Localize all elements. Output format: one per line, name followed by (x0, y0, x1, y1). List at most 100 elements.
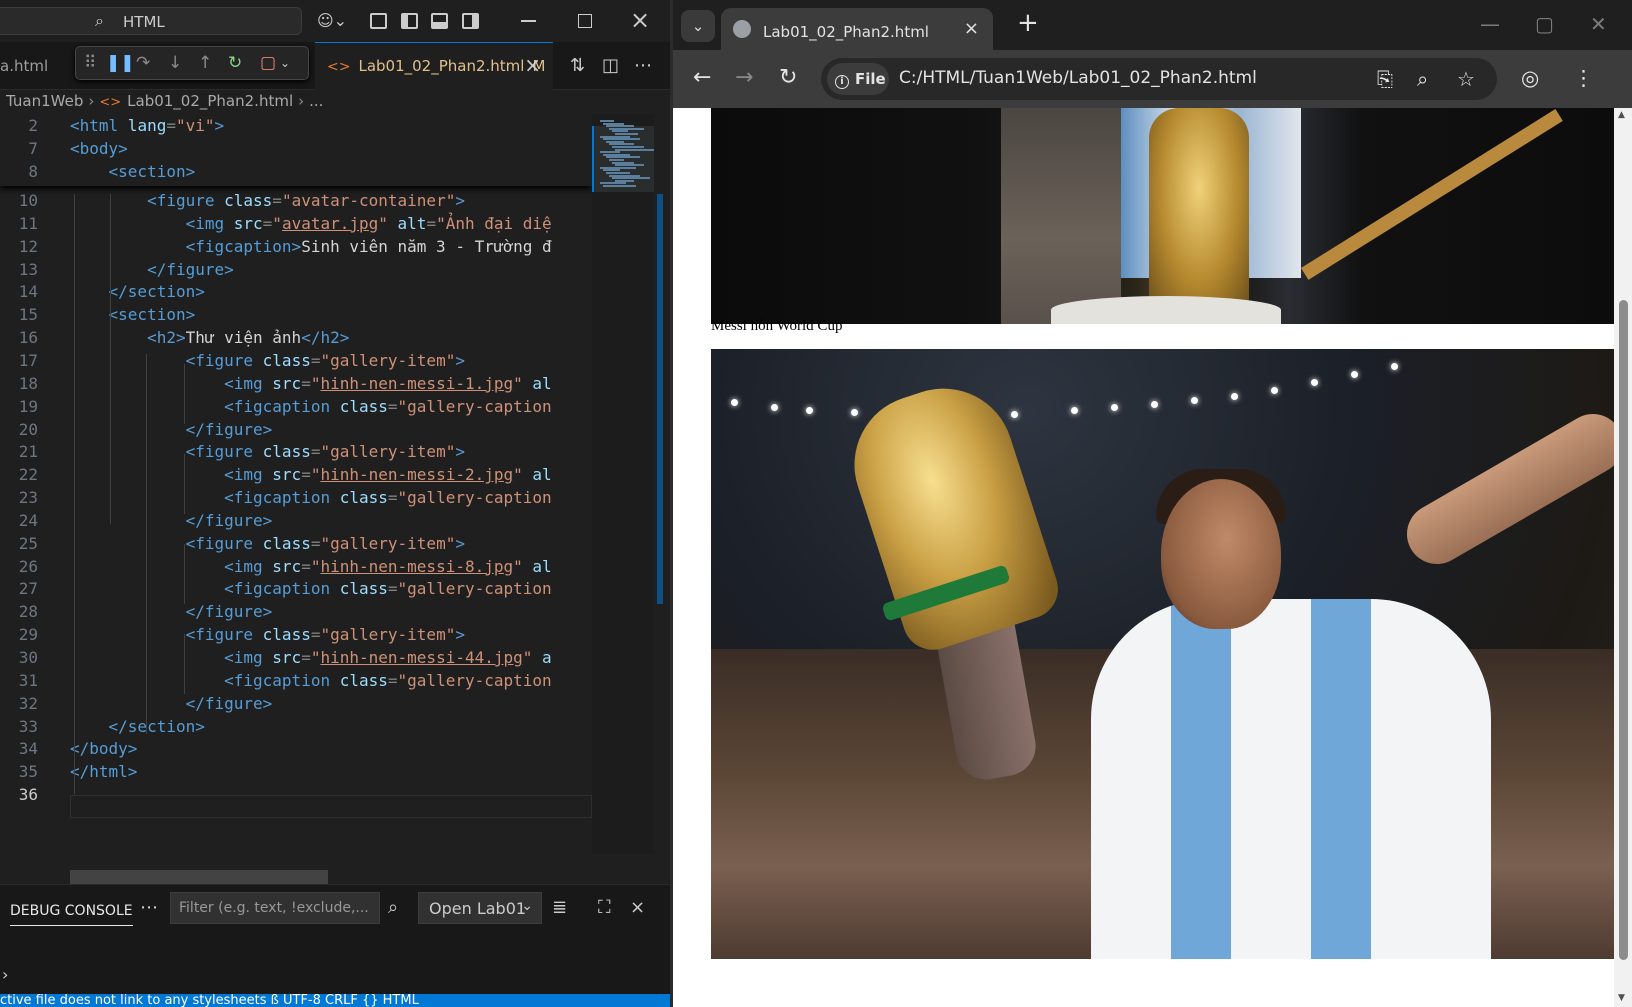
page-viewport[interactable]: Messi hôn World Cup ▲ ▼ (673, 108, 1632, 1007)
menu-icon[interactable]: ⋮ (1573, 66, 1594, 90)
code-line[interactable]: 8 <section> (0, 160, 592, 184)
new-tab-button[interactable]: + (1017, 8, 1039, 38)
photo-face (1161, 479, 1281, 629)
code-line[interactable]: 30 <img src="hinh-nen-messi-44.jpg" a (0, 646, 592, 670)
translate-icon[interactable]: ⎘ (1377, 67, 1393, 91)
close-window-button[interactable]: ✕ (1590, 12, 1607, 36)
code-line[interactable]: 22 <img src="hinh-nen-messi-2.jpg" al (0, 463, 592, 487)
minimap[interactable] (592, 114, 654, 854)
breadcrumb-folder[interactable]: Tuan1Web (6, 92, 83, 110)
toggle-secondary-sidebar-icon[interactable] (462, 13, 479, 29)
code-line[interactable]: 27 <figcaption class="gallery-caption (0, 577, 592, 601)
code-line[interactable]: 18 <img src="hinh-nen-messi-1.jpg" al (0, 372, 592, 396)
close-tab-icon[interactable]: × (524, 53, 541, 77)
zoom-icon[interactable]: ⌕ (1417, 67, 1428, 91)
code-editor[interactable]: 10 <figure class="avatar-container"> 11 <… (0, 114, 592, 836)
code-line[interactable]: 35 </html> (0, 760, 592, 784)
code-line[interactable]: 36 (0, 783, 592, 807)
copilot-icon[interactable]: ☺⌄ (312, 10, 352, 32)
maximize-panel-icon[interactable]: ⛶ (598, 897, 611, 918)
more-icon[interactable]: ⋯ (140, 897, 158, 918)
compare-changes-icon[interactable]: ⇅ (570, 55, 585, 76)
code-line[interactable]: 14 </section> (0, 280, 592, 304)
sticky-scroll[interactable]: 2 <html lang="vi"> 7 <body> 8 <section> (0, 114, 592, 186)
code-line[interactable]: 33 </section> (0, 715, 592, 739)
toggle-panel-icon[interactable] (431, 13, 448, 29)
toggle-primary-sidebar-icon[interactable] (401, 13, 418, 29)
breadcrumb-symbol[interactable]: ... (309, 92, 323, 110)
page-scrollbar[interactable]: ▲ ▼ (1614, 108, 1632, 1007)
close-window-button[interactable]: × (630, 6, 650, 34)
code-line[interactable]: 17 <figure class="gallery-item"> (0, 349, 592, 373)
code-line[interactable]: 25 <figure class="gallery-item"> (0, 532, 592, 556)
maximize-button[interactable]: ▢ (1535, 12, 1554, 36)
reload-button[interactable]: ↻ (779, 65, 797, 90)
close-panel-icon[interactable]: × (630, 897, 645, 918)
forward-button[interactable]: → (735, 65, 753, 90)
console-prompt-icon[interactable]: › (2, 965, 8, 984)
code-line[interactable]: 28 </figure> (0, 600, 592, 624)
close-tab-icon[interactable]: × (964, 18, 979, 39)
vertical-scrollbar[interactable] (654, 114, 670, 854)
code-line[interactable]: 32 </figure> (0, 692, 592, 716)
page-scrollbar-thumb[interactable] (1619, 300, 1628, 960)
site-info-chip[interactable]: i File (827, 63, 889, 95)
restart-icon[interactable]: ↻ (228, 54, 242, 72)
code-line[interactable]: 16 <h2>Thư viện ảnh</h2> (0, 326, 592, 350)
customize-layout-icon[interactable] (370, 13, 387, 29)
code-line[interactable]: 19 <figcaption class="gallery-caption (0, 395, 592, 419)
code-line[interactable]: 31 <figcaption class="gallery-caption (0, 669, 592, 693)
more-actions-icon[interactable]: ⋯ (634, 55, 652, 76)
profile-icon[interactable]: ◎ (1521, 66, 1539, 90)
code-line[interactable]: 23 <figcaption class="gallery-caption (0, 486, 592, 510)
code-line[interactable]: 34 </body> (0, 737, 592, 761)
split-editor-icon[interactable]: ◫ (602, 55, 619, 76)
stop-icon[interactable]: ▢ (260, 54, 276, 72)
code-line[interactable]: 11 <img src="avatar.jpg" alt="Ảnh đại di… (0, 212, 592, 236)
scroll-down-icon[interactable]: ▼ (1618, 993, 1625, 1003)
code-line[interactable]: 2 <html lang="vi"> (0, 114, 592, 138)
command-center[interactable]: ⌕ HTML (0, 7, 302, 35)
tab-debug-console[interactable]: DEBUG CONSOLE (10, 903, 133, 926)
code-token: "gallery-caption (397, 396, 552, 416)
line-number: 10 (18, 191, 38, 210)
code-line[interactable]: 20 </figure> (0, 418, 592, 442)
code-line[interactable]: 24 </figure> (0, 509, 592, 533)
browser-tab[interactable]: Lab01_02_Phan2.html × (721, 8, 993, 50)
pause-icon[interactable]: ❚❚ (106, 54, 135, 72)
step-out-icon[interactable]: ↑ (198, 54, 212, 72)
step-over-icon[interactable]: ↷ (136, 54, 150, 72)
breadcrumb-file[interactable]: Lab01_02_Phan2.html (127, 92, 293, 110)
code-line[interactable]: 10 <figure class="avatar-container"> (0, 189, 592, 213)
drag-handle-icon[interactable]: ⠿ (84, 54, 96, 72)
code-line[interactable]: 26 <img src="hinh-nen-messi-8.jpg" al (0, 555, 592, 579)
tab-active-file[interactable]: <> Lab01_02_Phan2.html M × (315, 42, 553, 90)
code-token: = (301, 556, 311, 576)
code-line[interactable]: 13 </figure> (0, 258, 592, 282)
bookmark-star-icon[interactable]: ☆ (1457, 67, 1475, 91)
code-line[interactable]: 12 <figcaption>Sinh viên năm 3 - Trường … (0, 235, 592, 259)
tab-search-button[interactable]: ⌄ (681, 10, 715, 42)
scroll-up-icon[interactable]: ▲ (1618, 110, 1625, 120)
step-into-icon[interactable]: ↓ (168, 54, 182, 72)
minimize-button[interactable] (521, 20, 536, 22)
back-button[interactable]: ← (693, 65, 711, 90)
line-number: 23 (18, 488, 38, 508)
search-icon[interactable]: ⌕ (388, 897, 398, 918)
debug-session-select[interactable]: Open Lab01 ⌄ (418, 892, 542, 924)
tab-previous-file[interactable]: a.html (0, 42, 70, 90)
code-line[interactable]: 21 <figure class="gallery-item"> (0, 440, 592, 464)
horizontal-scrollbar[interactable] (70, 870, 328, 884)
minimize-button[interactable]: — (1480, 12, 1500, 36)
clear-console-icon[interactable]: ≣ (552, 897, 567, 918)
code-line[interactable]: 15 <section> (0, 303, 592, 327)
filter-input[interactable]: Filter (e.g. text, !exclude,... (170, 892, 380, 924)
code-line[interactable]: 29 <figure class="gallery-item"> (0, 623, 592, 647)
code-line[interactable]: 7 <body> (0, 137, 592, 161)
photo-trophy (1149, 108, 1249, 308)
address-bar[interactable]: i File C:/HTML/Tuan1Web/Lab01_02_Phan2.ht… (821, 58, 1497, 100)
maximize-button[interactable] (578, 14, 592, 28)
scrollbar-thumb[interactable] (657, 194, 663, 604)
chevron-down-icon[interactable]: ⌄ (280, 54, 290, 72)
url-text[interactable]: C:/HTML/Tuan1Web/Lab01_02_Phan2.html (899, 68, 1257, 88)
